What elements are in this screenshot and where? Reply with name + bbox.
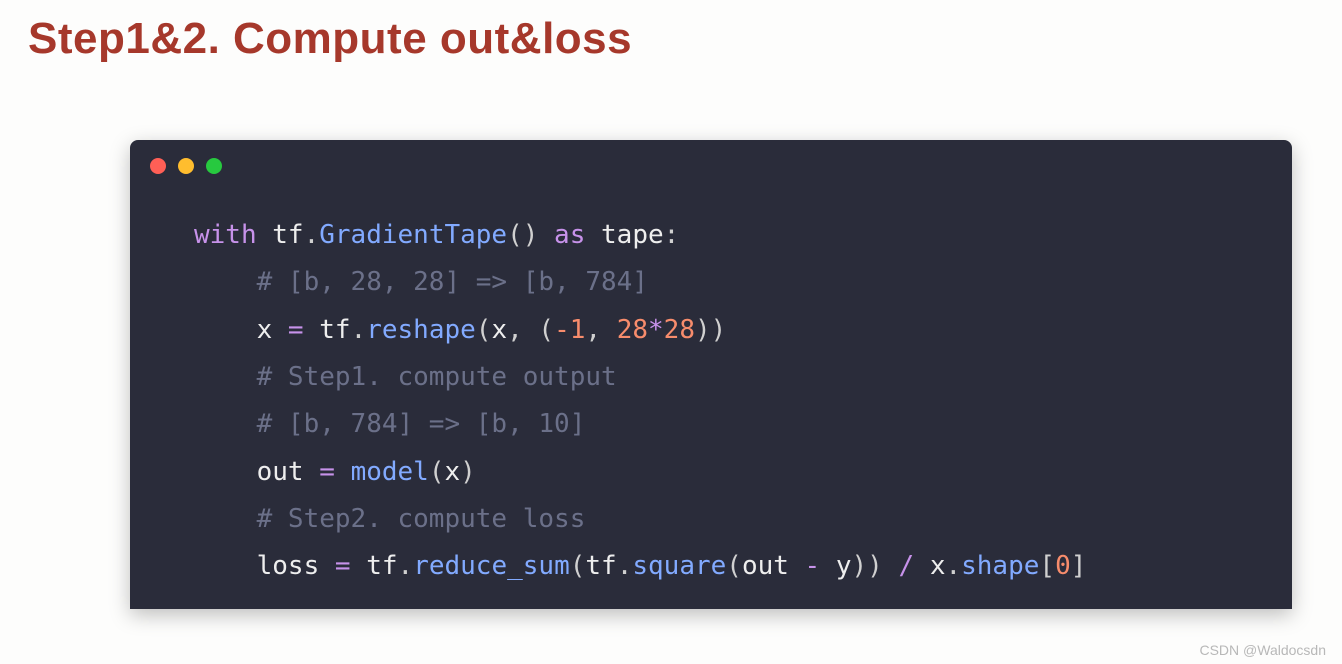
zoom-icon	[206, 158, 222, 174]
keyword-as: as	[538, 220, 585, 250]
lparen: (	[570, 551, 586, 581]
op-slash: /	[883, 551, 930, 581]
ident-tf: tf	[319, 315, 350, 345]
fn-gradienttape: GradientTape	[319, 220, 507, 250]
op-star: *	[648, 315, 664, 345]
fn-square: square	[632, 551, 726, 581]
num-zero: 0	[1055, 551, 1071, 581]
fn-model: model	[351, 457, 429, 487]
fn-reduce-sum: reduce_sum	[413, 551, 570, 581]
code-window: with tf.GradientTape() as tape: # [b, 28…	[130, 140, 1292, 609]
lbracket: [	[1039, 551, 1055, 581]
comment-shape2: # [b, 784] => [b, 10]	[257, 409, 586, 439]
dot3: .	[945, 551, 961, 581]
ident-out: out	[742, 551, 789, 581]
num-28b: 28	[664, 315, 695, 345]
dot: .	[351, 315, 367, 345]
comment-step1: # Step1. compute output	[257, 362, 617, 392]
ident-tf: tf	[366, 551, 397, 581]
dot: .	[304, 220, 320, 250]
fn-reshape: reshape	[366, 315, 476, 345]
colon: :	[664, 220, 680, 250]
ident-loss: loss	[257, 551, 320, 581]
op-eq: =	[272, 315, 319, 345]
ident-y: y	[836, 551, 852, 581]
ident-x: x	[257, 315, 273, 345]
comma: ,	[585, 315, 616, 345]
arg-x: x	[491, 315, 507, 345]
rparen: )	[460, 457, 476, 487]
close-icon	[150, 158, 166, 174]
comment-step2: # Step2. compute loss	[257, 504, 586, 534]
rparens2: ))	[852, 551, 883, 581]
ident-x2: x	[930, 551, 946, 581]
comma-paren: , (	[507, 315, 554, 345]
dot: .	[617, 551, 633, 581]
code-block: with tf.GradientTape() as tape: # [b, 28…	[130, 188, 1292, 599]
ident-tape: tape	[585, 220, 663, 250]
watermark: CSDN @Waldocsdn	[1199, 642, 1326, 658]
ident-out: out	[257, 457, 304, 487]
lparen: (	[429, 457, 445, 487]
num-neg1: -1	[554, 315, 585, 345]
rbracket: ]	[1071, 551, 1087, 581]
lparen: (	[476, 315, 492, 345]
rparens: ))	[695, 315, 726, 345]
op-eq: =	[319, 551, 366, 581]
minimize-icon	[178, 158, 194, 174]
dot: .	[398, 551, 414, 581]
comment-shape1: # [b, 28, 28] => [b, 784]	[257, 267, 648, 297]
slide-title: Step1&2. Compute out&loss	[0, 0, 1342, 64]
slide: Step1&2. Compute out&loss with tf.Gradie…	[0, 0, 1342, 664]
arg-x: x	[445, 457, 461, 487]
attr-shape: shape	[961, 551, 1039, 581]
lparen2: (	[726, 551, 742, 581]
op-eq: =	[304, 457, 351, 487]
window-titlebar	[130, 140, 1292, 188]
op-minus: -	[789, 551, 836, 581]
num-28: 28	[617, 315, 648, 345]
parens: ()	[507, 220, 538, 250]
keyword-with: with	[194, 220, 257, 250]
ident-tf: tf	[272, 220, 303, 250]
ident-tf2: tf	[585, 551, 616, 581]
